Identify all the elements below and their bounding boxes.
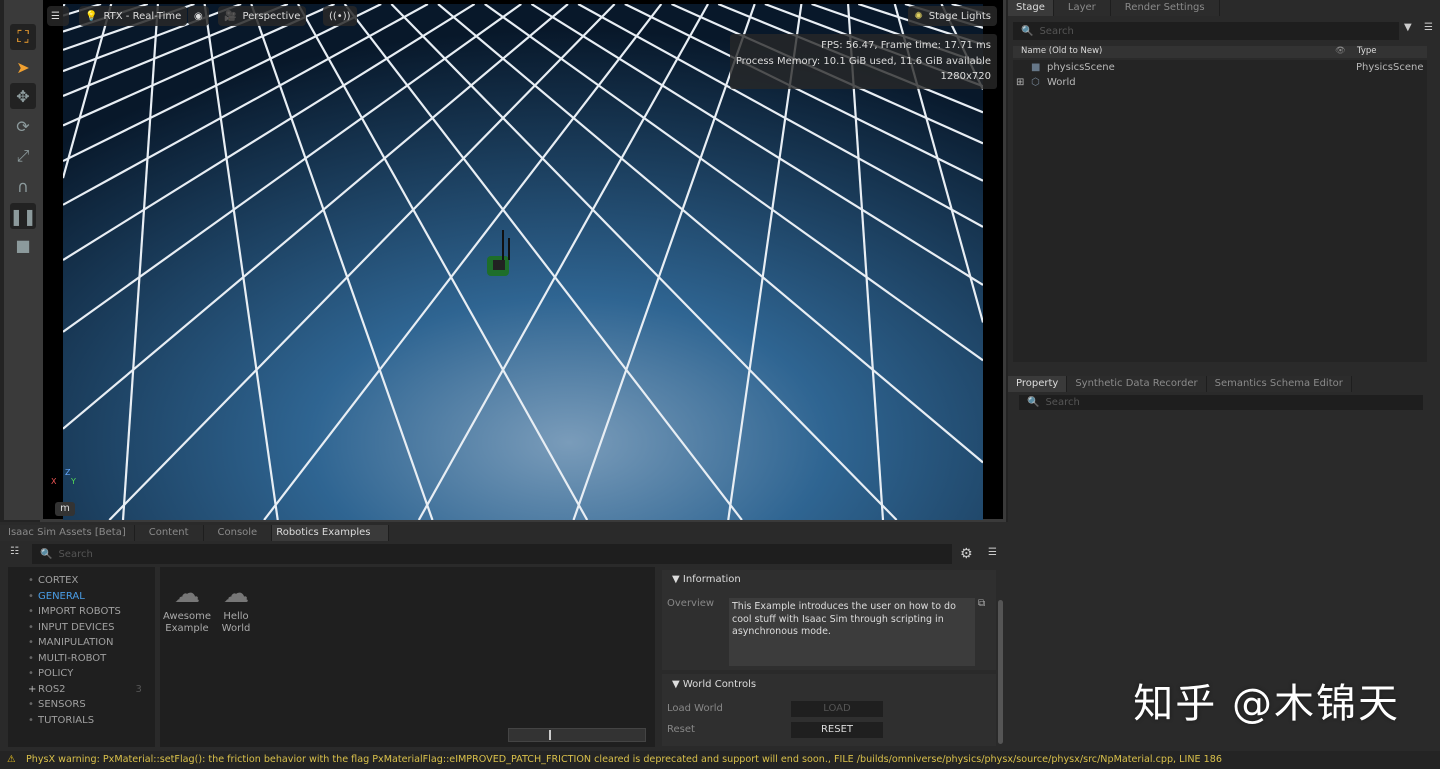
examples-search-input[interactable]: 🔍Search (32, 544, 952, 564)
select-arrow-icon[interactable]: ➤ (10, 54, 36, 80)
copy-icon[interactable]: ⧉ (978, 598, 985, 609)
tree-view-icon[interactable]: ☷ (10, 546, 19, 557)
left-toolbar: ⛶ ➤ ✥ ⟳ ⤢ ∩ ❚❚ ■ (4, 0, 40, 520)
scale-icon[interactable]: ⤢ (10, 143, 36, 169)
category-list: •CORTEX •GENERAL •IMPORT ROBOTS •INPUT D… (8, 567, 155, 747)
tree-row[interactable]: ■physicsScenePhysicsScene (1013, 60, 1427, 75)
viewport[interactable]: ☰ 💡RTX - Real-Time ◉ 🎥Perspective ((•)) … (40, 0, 1006, 522)
warning-icon: ⚠ (7, 751, 16, 769)
category-sensors[interactable]: •SENSORS (28, 697, 155, 713)
overview-text: This Example introduces the user on how … (729, 598, 975, 666)
tab-render-settings[interactable]: Render Settings (1111, 0, 1220, 16)
stage-tree: ■physicsScenePhysicsScene ⊞⬡World (1013, 60, 1427, 362)
examples-grid: ☁ AwesomeExample ☁ HelloWorld (160, 567, 655, 747)
tab-property[interactable]: Property (1008, 376, 1067, 392)
move-icon[interactable]: ✥ (10, 83, 36, 109)
property-search-input[interactable]: 🔍Search (1019, 395, 1423, 410)
expand-icon[interactable]: ⊞ (1016, 75, 1024, 90)
status-bar: ⚠PhysX warning: PxMaterial::setFlag(): t… (0, 751, 1440, 769)
axis-gizmo: Z X Y (51, 468, 76, 486)
rotate-icon[interactable]: ⟳ (10, 113, 36, 139)
cube-icon: ■ (1031, 60, 1040, 75)
category-general[interactable]: •GENERAL (28, 589, 155, 605)
example-awesome-example[interactable]: ☁ AwesomeExample (162, 577, 212, 635)
list-icon[interactable]: ☰ (988, 547, 997, 558)
filter-icon[interactable]: ▼ (1404, 22, 1412, 33)
gear-icon[interactable]: ⚙ (960, 546, 973, 562)
reset-button[interactable]: RESET (791, 722, 883, 738)
menu-icon[interactable]: ☰ (1424, 22, 1433, 33)
example-hello-world[interactable]: ☁ HelloWorld (214, 577, 258, 635)
cloud-download-icon: ☁ (214, 577, 258, 611)
information-header[interactable]: ▼ Information (672, 574, 741, 585)
camera-button[interactable]: 🎥Perspective (218, 6, 306, 26)
tab-isaac-sim-assets[interactable]: Isaac Sim Assets [Beta] (0, 525, 135, 541)
settings-sliders-icon[interactable]: ☰ (47, 6, 69, 26)
category-tutorials[interactable]: •TUTORIALS (28, 713, 155, 729)
render-mode-button[interactable]: 💡RTX - Real-Time (79, 6, 187, 26)
information-section: ▼ Information Overview This Example intr… (662, 570, 996, 670)
scrollbar[interactable] (998, 600, 1003, 744)
visibility-icon[interactable]: 👁 (1335, 46, 1346, 56)
stage-search-input[interactable]: 🔍Search (1013, 22, 1399, 40)
category-multi-robot[interactable]: •MULTI-ROBOT (28, 651, 155, 667)
tab-stage[interactable]: Stage (1008, 0, 1054, 16)
load-button[interactable]: LOAD (791, 701, 883, 717)
world-controls-section: ▼ World Controls Load World LOAD Reset R… (662, 674, 996, 746)
cloud-download-icon: ☁ (162, 577, 212, 611)
select-mode-icon[interactable]: ⛶ (10, 24, 36, 50)
watermark: 知乎 @木锦天 (1133, 680, 1400, 728)
bulb-icon: 💡 (85, 11, 97, 22)
search-icon: 🔍 (1027, 397, 1039, 408)
eye-icon[interactable]: ◉ (188, 6, 209, 26)
broadcast-icon[interactable]: ((•)) (323, 6, 357, 26)
tree-row[interactable]: ⊞⬡World (1013, 75, 1427, 90)
category-manipulation[interactable]: •MANIPULATION (28, 635, 155, 651)
stage-tabs: Stage Layer Render Settings (1008, 0, 1440, 16)
world-controls-header[interactable]: ▼ World Controls (672, 679, 756, 690)
stop-icon[interactable]: ■ (10, 232, 36, 258)
pause-icon[interactable]: ❚❚ (10, 203, 36, 229)
category-import-robots[interactable]: •IMPORT ROBOTS (28, 604, 155, 620)
search-icon: 🔍 (40, 549, 52, 560)
xform-icon: ⬡ (1031, 75, 1040, 90)
bottom-panel: Isaac Sim Assets [Beta] Content Console … (0, 522, 1008, 751)
tab-layer[interactable]: Layer (1054, 0, 1111, 16)
category-policy[interactable]: •POLICY (28, 666, 155, 682)
tab-content[interactable]: Content (135, 525, 204, 541)
category-cortex[interactable]: •CORTEX (28, 573, 155, 589)
stats-overlay: FPS: 56.47, Frame time: 17.71 ms Process… (730, 34, 997, 89)
camera-icon: 🎥 (224, 11, 236, 22)
light-icon: ✺ (914, 11, 922, 22)
tab-robotics-examples[interactable]: Robotics Examples (272, 525, 389, 541)
tab-synthetic-data-recorder[interactable]: Synthetic Data Recorder (1067, 376, 1206, 392)
right-panel: Stage Layer Render Settings 🔍Search ▼ ☰ … (1008, 0, 1440, 751)
tab-semantics-schema-editor[interactable]: Semantics Schema Editor (1207, 376, 1352, 392)
property-panel: Property Synthetic Data Recorder Semanti… (1008, 376, 1440, 410)
category-ros2[interactable]: +ROS23 (28, 682, 155, 698)
tab-console[interactable]: Console (204, 525, 273, 541)
unit-label: m (55, 502, 75, 516)
stage-lights-button[interactable]: ✺Stage Lights (908, 6, 997, 26)
category-input-devices[interactable]: •INPUT DEVICES (28, 620, 155, 636)
snap-icon[interactable]: ∩ (10, 173, 36, 199)
thumbnail-size-slider[interactable] (508, 728, 646, 742)
stage-header: Name (Old to New) 👁 Type (1013, 46, 1427, 58)
search-icon: 🔍 (1021, 26, 1033, 37)
